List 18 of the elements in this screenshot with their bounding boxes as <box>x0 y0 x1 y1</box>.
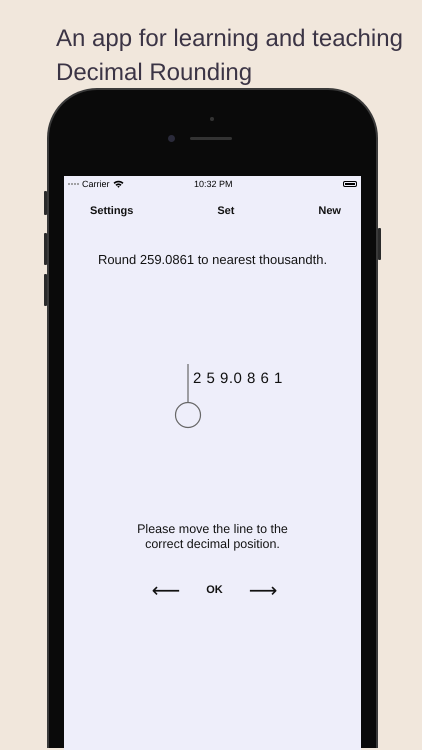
settings-button[interactable]: Settings <box>86 203 138 219</box>
carrier-label: Carrier <box>82 178 110 188</box>
decimal-number: 2 5 9.0 8 6 1 <box>193 370 283 387</box>
right-arrow-button[interactable]: ⟶ <box>246 578 280 602</box>
new-button[interactable]: New <box>314 203 345 219</box>
wifi-icon <box>112 180 124 188</box>
sensor-icon <box>210 117 214 121</box>
line-handle[interactable] <box>174 364 202 430</box>
battery-icon <box>343 180 357 186</box>
set-button[interactable]: Set <box>213 203 238 219</box>
camera-icon <box>168 135 175 142</box>
headline: An app for learning and teaching Decimal Rounding <box>55 24 404 86</box>
question-text: Round 259.0861 to nearest thousandth. <box>96 252 328 267</box>
instruction-text: Please move the line to the correct decimal position. <box>136 522 289 552</box>
status-time: 10:32 PM <box>194 178 233 188</box>
left-arrow-button[interactable]: ⟵ <box>150 578 182 602</box>
ok-button[interactable]: OK <box>202 582 227 598</box>
speaker-grille <box>190 137 232 140</box>
